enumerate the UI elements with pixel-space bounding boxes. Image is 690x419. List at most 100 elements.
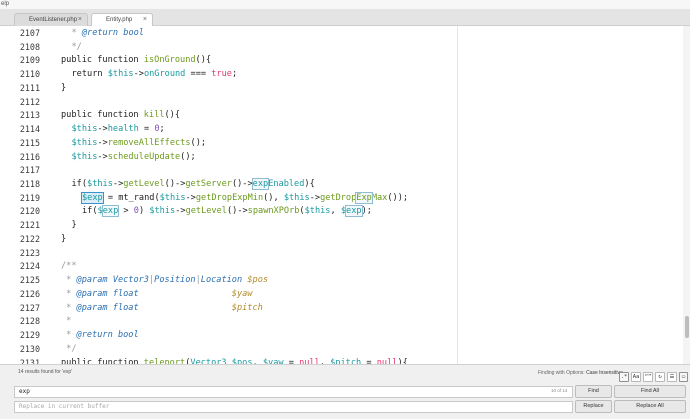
replace-button[interactable]: Replace xyxy=(575,400,612,413)
code-editor[interactable]: 2107 2108 2109 2110 2111 2112 2113 2114 2115 2116… xyxy=(0,26,690,364)
case-toggle[interactable]: Aa xyxy=(631,372,641,382)
wrap-toggle[interactable]: ↻ xyxy=(655,372,665,382)
code-line[interactable]: } xyxy=(61,83,66,93)
line-number: 2109 xyxy=(19,55,40,66)
scrollbar-thumb[interactable] xyxy=(685,316,689,338)
code-line[interactable]: return $this->onGround === true; xyxy=(72,69,238,79)
code-token: isOnGround xyxy=(143,55,196,66)
code-area[interactable]: * @return bool */ public function isOnGrou… xyxy=(61,26,457,364)
code-token: onGround xyxy=(143,69,186,80)
code-token: $pos xyxy=(247,275,269,286)
tab-eventlistener[interactable]: EventListener.php × xyxy=(14,13,88,26)
find-replace-panel: 14 results found for 'exp' Finding with … xyxy=(0,364,690,419)
code-token: @param xyxy=(76,302,108,313)
result-counter: 10 of 14 xyxy=(551,388,568,393)
code-line[interactable]: $exp = mt_rand($this->getDropExpMin(), $… xyxy=(81,191,409,204)
code-line[interactable]: $this->removeAllEffects(); xyxy=(72,138,207,148)
code-line[interactable]: */ xyxy=(61,344,76,354)
line-number: 2129 xyxy=(19,330,40,341)
code-token: $this xyxy=(159,192,186,203)
code-line[interactable]: } xyxy=(61,234,66,244)
code-line[interactable]: if($exp > 0) $this->getLevel()->spawnXPO… xyxy=(82,205,372,218)
code-token: if( xyxy=(71,179,88,190)
line-number-gutter: 2107 2108 2109 2110 2111 2112 2113 2114 2115 2116… xyxy=(0,26,48,364)
code-token: @return xyxy=(76,330,113,341)
code-line[interactable]: */ xyxy=(72,42,82,52)
code-token: */ xyxy=(71,41,82,52)
code-token: $this xyxy=(71,137,98,148)
in-selection-toggle[interactable]: ☰ xyxy=(667,372,677,382)
code-token: = mt_rand( xyxy=(102,192,160,203)
highlight-toggle[interactable]: ▭ xyxy=(679,372,688,382)
code-token: -> xyxy=(112,179,124,190)
vertical-scrollbar[interactable] xyxy=(683,26,690,364)
find-status: 14 results found for 'exp' xyxy=(18,369,73,375)
replace-input[interactable]: Replace in current buffer xyxy=(14,401,573,413)
window-title-bar: elp xyxy=(0,0,690,9)
code-token: $this xyxy=(149,206,176,217)
code-token: removeAllEffects xyxy=(107,137,191,148)
search-match: exp xyxy=(251,178,270,191)
code-line[interactable]: * @param float $yaw xyxy=(61,289,252,299)
code-token: Vector3 xyxy=(112,275,149,286)
options-value: Case Insensitive xyxy=(586,370,623,376)
whole-word-toggle[interactable]: “” xyxy=(643,372,653,382)
search-match: Exp xyxy=(355,191,373,204)
find-button[interactable]: Find xyxy=(575,385,612,398)
tab-bar: EventListener.php × Entity.php × xyxy=(0,9,690,27)
code-line[interactable]: * @param float $pitch xyxy=(61,303,263,313)
code-token: health xyxy=(107,124,139,135)
replace-all-button[interactable]: Replace All xyxy=(614,400,686,413)
code-line[interactable]: public function kill(){ xyxy=(61,110,180,120)
tab-label: Entity.php xyxy=(106,17,133,23)
line-number: 2111 xyxy=(19,82,40,93)
line-number: 2116 xyxy=(19,151,40,162)
code-token: if( xyxy=(82,206,98,217)
code-token: true xyxy=(211,69,232,80)
code-token: $pitch xyxy=(231,302,263,313)
find-input[interactable]: exp xyxy=(14,386,573,398)
line-number: 2127 xyxy=(19,302,40,313)
code-token: bool xyxy=(123,28,144,38)
close-icon[interactable]: × xyxy=(78,14,82,26)
code-token: @param xyxy=(76,275,108,286)
code-token: $this xyxy=(283,192,310,203)
code-token: public function xyxy=(61,110,144,121)
line-number: 2110 xyxy=(19,69,40,80)
line-number: 2119 xyxy=(19,192,40,203)
code-token: getServer xyxy=(185,179,232,190)
regex-toggle[interactable]: .* xyxy=(619,372,629,382)
code-line[interactable]: * @return bool xyxy=(72,28,144,38)
code-token: * xyxy=(61,330,77,341)
code-token: bool xyxy=(117,330,139,341)
close-icon[interactable]: × xyxy=(143,14,147,26)
code-token: } xyxy=(71,220,77,231)
find-all-button[interactable]: Find All xyxy=(614,385,686,398)
code-line[interactable]: * xyxy=(61,316,71,326)
code-token: $this xyxy=(107,69,134,80)
minimap[interactable] xyxy=(458,26,683,364)
code-token: * xyxy=(61,316,72,327)
code-line[interactable]: public function isOnGround(){ xyxy=(61,55,211,65)
code-line[interactable]: /** xyxy=(61,261,77,271)
code-line[interactable]: $this->scheduleUpdate(); xyxy=(72,152,196,162)
code-token: ) xyxy=(138,206,150,217)
code-line[interactable]: if($this->getLevel()->getServer()->expEn… xyxy=(71,178,315,191)
code-line[interactable]: $this->health = 0; xyxy=(72,124,165,134)
code-line[interactable]: * @param Vector3|Position|Location $pos xyxy=(61,275,268,285)
code-token: * xyxy=(71,28,82,38)
line-number: 2130 xyxy=(19,343,40,354)
window-title: elp xyxy=(1,1,10,7)
code-token: ()); xyxy=(387,192,409,203)
code-token: ; xyxy=(159,124,165,135)
code-token: ; xyxy=(231,69,238,80)
code-token: -> xyxy=(97,151,108,162)
line-number: 2114 xyxy=(19,124,40,135)
code-line[interactable]: } xyxy=(72,220,77,230)
code-token: ()-> xyxy=(231,179,253,190)
code-token: Position xyxy=(154,275,196,286)
code-token: /** xyxy=(61,261,77,272)
code-line[interactable]: * @return bool xyxy=(61,330,139,341)
tab-entity[interactable]: Entity.php × xyxy=(91,13,153,27)
code-token: float xyxy=(112,302,139,313)
